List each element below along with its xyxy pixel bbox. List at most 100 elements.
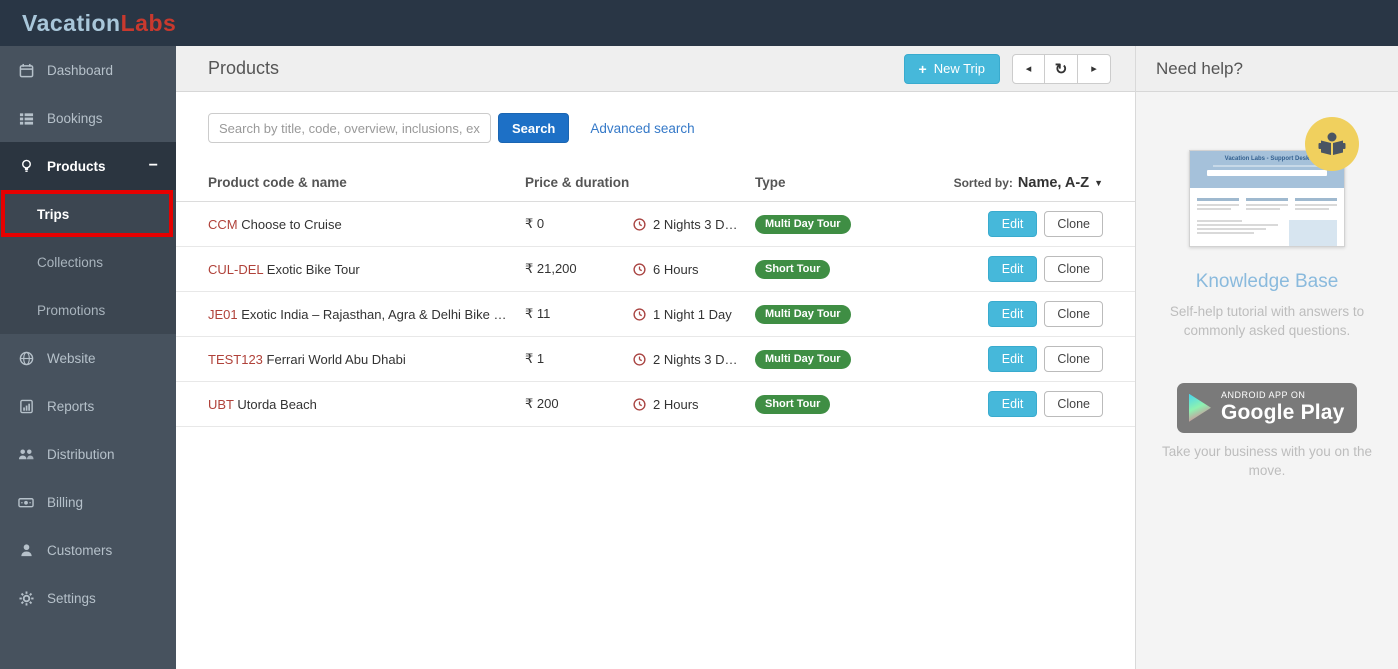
submenu-item-trips[interactable]: Trips: [0, 190, 176, 238]
duration-cell: 6 Hours: [633, 262, 755, 277]
product-code-link[interactable]: CCM: [208, 217, 238, 232]
lightbulb-icon: [18, 158, 34, 174]
sidebar-item-distribution[interactable]: Distribution: [0, 430, 176, 478]
submenu-item-collections[interactable]: Collections: [0, 238, 176, 286]
knowledge-base-link[interactable]: Knowledge Base: [1136, 271, 1398, 293]
product-name: Utorda Beach: [237, 397, 317, 412]
refresh-button[interactable]: ↻: [1045, 54, 1078, 84]
clock-icon: [633, 398, 646, 411]
play-badge-large-text: Google Play: [1221, 401, 1345, 424]
submenu-item-promotions[interactable]: Promotions: [0, 286, 176, 334]
sidebar-item-label: Distribution: [47, 447, 115, 462]
kb-preview-body: [1190, 188, 1344, 246]
sidebar-item-bookings[interactable]: Bookings: [0, 94, 176, 142]
sidebar-item-label: Billing: [47, 495, 83, 510]
sidebar-item-label: Bookings: [47, 111, 103, 126]
column-header-name[interactable]: Product code & name: [208, 175, 525, 190]
kb-preview-sidebox: [1289, 220, 1337, 246]
sidebar-item-settings[interactable]: Settings: [0, 574, 176, 622]
row-actions: Edit Clone: [988, 211, 1103, 237]
sidebar-item-billing[interactable]: Billing: [0, 478, 176, 526]
product-name: Exotic India – Rajasthan, Agra & Delhi B…: [241, 307, 506, 322]
product-code-link[interactable]: TEST123: [208, 352, 263, 367]
price-cell: ₹ 1: [525, 351, 633, 367]
refresh-icon: ↻: [1055, 60, 1068, 78]
vacationlabs-logo[interactable]: VacationLabs: [22, 10, 176, 37]
play-badge-small-text: ANDROID APP ON: [1221, 391, 1345, 401]
row-actions: Edit Clone: [988, 301, 1103, 327]
list-icon: [18, 110, 34, 126]
edit-button[interactable]: Edit: [988, 211, 1038, 237]
search-button[interactable]: Search: [498, 113, 569, 143]
clock-icon: [633, 263, 646, 276]
sidebar-item-label: Customers: [47, 543, 112, 558]
duration-text: 2 Nights 3 D…: [653, 352, 738, 367]
calendar-icon: [18, 62, 34, 78]
duration-cell: 2 Nights 3 D…: [633, 352, 755, 367]
sidebar-item-reports[interactable]: Reports: [0, 382, 176, 430]
search-input[interactable]: [208, 113, 491, 143]
pager-group: ◂ ↻ ▸: [1012, 54, 1111, 84]
clone-button[interactable]: Clone: [1044, 211, 1103, 237]
product-name-cell: UBT Utorda Beach: [208, 397, 525, 412]
edit-button[interactable]: Edit: [988, 391, 1038, 417]
product-code-link[interactable]: UBT: [208, 397, 234, 412]
type-badge: Multi Day Tour: [755, 215, 851, 234]
top-bar: VacationLabs: [0, 0, 1398, 46]
edit-button[interactable]: Edit: [988, 256, 1038, 282]
logo-text-accent: Labs: [121, 10, 177, 36]
help-panel: Need help? Vacation Labs - Support Desk: [1135, 46, 1398, 669]
new-trip-button[interactable]: + New Trip: [904, 54, 1000, 84]
advanced-search-link[interactable]: Advanced search: [590, 121, 694, 136]
product-name-cell: TEST123 Ferrari World Abu Dhabi: [208, 352, 525, 367]
type-badge: Multi Day Tour: [755, 305, 851, 324]
duration-text: 1 Night 1 Day: [653, 307, 732, 322]
sort-dropdown[interactable]: Sorted by: Name, A-Z ▼: [954, 175, 1103, 191]
banknote-icon: [18, 494, 34, 510]
column-header-type[interactable]: Type: [755, 175, 953, 190]
sidebar-item-label: Products: [47, 159, 106, 174]
products-submenu: Trips Collections Promotions: [0, 190, 176, 334]
clone-button[interactable]: Clone: [1044, 301, 1103, 327]
table-row: TEST123 Ferrari World Abu Dhabi ₹ 1 2 Ni…: [176, 337, 1135, 382]
product-code-link[interactable]: CUL-DEL: [208, 262, 263, 277]
clock-icon: [633, 218, 646, 231]
clock-icon: [633, 353, 646, 366]
sidebar-item-label: Reports: [47, 399, 94, 414]
clock-icon: [633, 308, 646, 321]
column-header-price-duration[interactable]: Price & duration: [525, 175, 755, 190]
product-name-cell: CUL-DEL Exotic Bike Tour: [208, 262, 525, 277]
reading-person-icon: [1305, 117, 1359, 171]
knowledge-base-thumbnail[interactable]: Vacation Labs - Support Desk: [1189, 150, 1345, 247]
next-arrow-icon: ▸: [1091, 62, 1097, 75]
chevron-down-icon: ▼: [1094, 178, 1103, 188]
sidebar-item-label: Settings: [47, 591, 96, 606]
sidebar-item-customers[interactable]: Customers: [0, 526, 176, 574]
search-row: Search Advanced search: [176, 92, 1135, 164]
logo-text-primary: Vacation: [22, 10, 121, 36]
report-file-icon: [18, 398, 34, 414]
sidebar-item-products[interactable]: Products −: [0, 142, 176, 190]
edit-button[interactable]: Edit: [988, 301, 1038, 327]
collapse-minus-icon[interactable]: −: [149, 157, 158, 175]
table-row: JE01 Exotic India – Rajasthan, Agra & De…: [176, 292, 1135, 337]
plus-icon: +: [919, 61, 927, 77]
product-code-link[interactable]: JE01: [208, 307, 238, 322]
kb-preview-searchbar: [1207, 170, 1327, 176]
sidebar-item-label: Website: [47, 351, 96, 366]
table-row: CUL-DEL Exotic Bike Tour ₹ 21,200 6 Hour…: [176, 247, 1135, 292]
sidebar-item-dashboard[interactable]: Dashboard: [0, 46, 176, 94]
clone-button[interactable]: Clone: [1044, 391, 1103, 417]
google-play-badge[interactable]: ANDROID APP ON Google Play: [1177, 383, 1357, 433]
sorted-by-label: Sorted by:: [954, 176, 1013, 190]
row-actions: Edit Clone: [988, 346, 1103, 372]
sidebar-item-website[interactable]: Website: [0, 334, 176, 382]
product-name: Choose to Cruise: [241, 217, 341, 232]
product-name-cell: CCM Choose to Cruise: [208, 217, 525, 232]
next-page-button[interactable]: ▸: [1078, 54, 1111, 84]
clone-button[interactable]: Clone: [1044, 256, 1103, 282]
prev-page-button[interactable]: ◂: [1012, 54, 1045, 84]
edit-button[interactable]: Edit: [988, 346, 1038, 372]
clone-button[interactable]: Clone: [1044, 346, 1103, 372]
price-cell: ₹ 21,200: [525, 261, 633, 277]
